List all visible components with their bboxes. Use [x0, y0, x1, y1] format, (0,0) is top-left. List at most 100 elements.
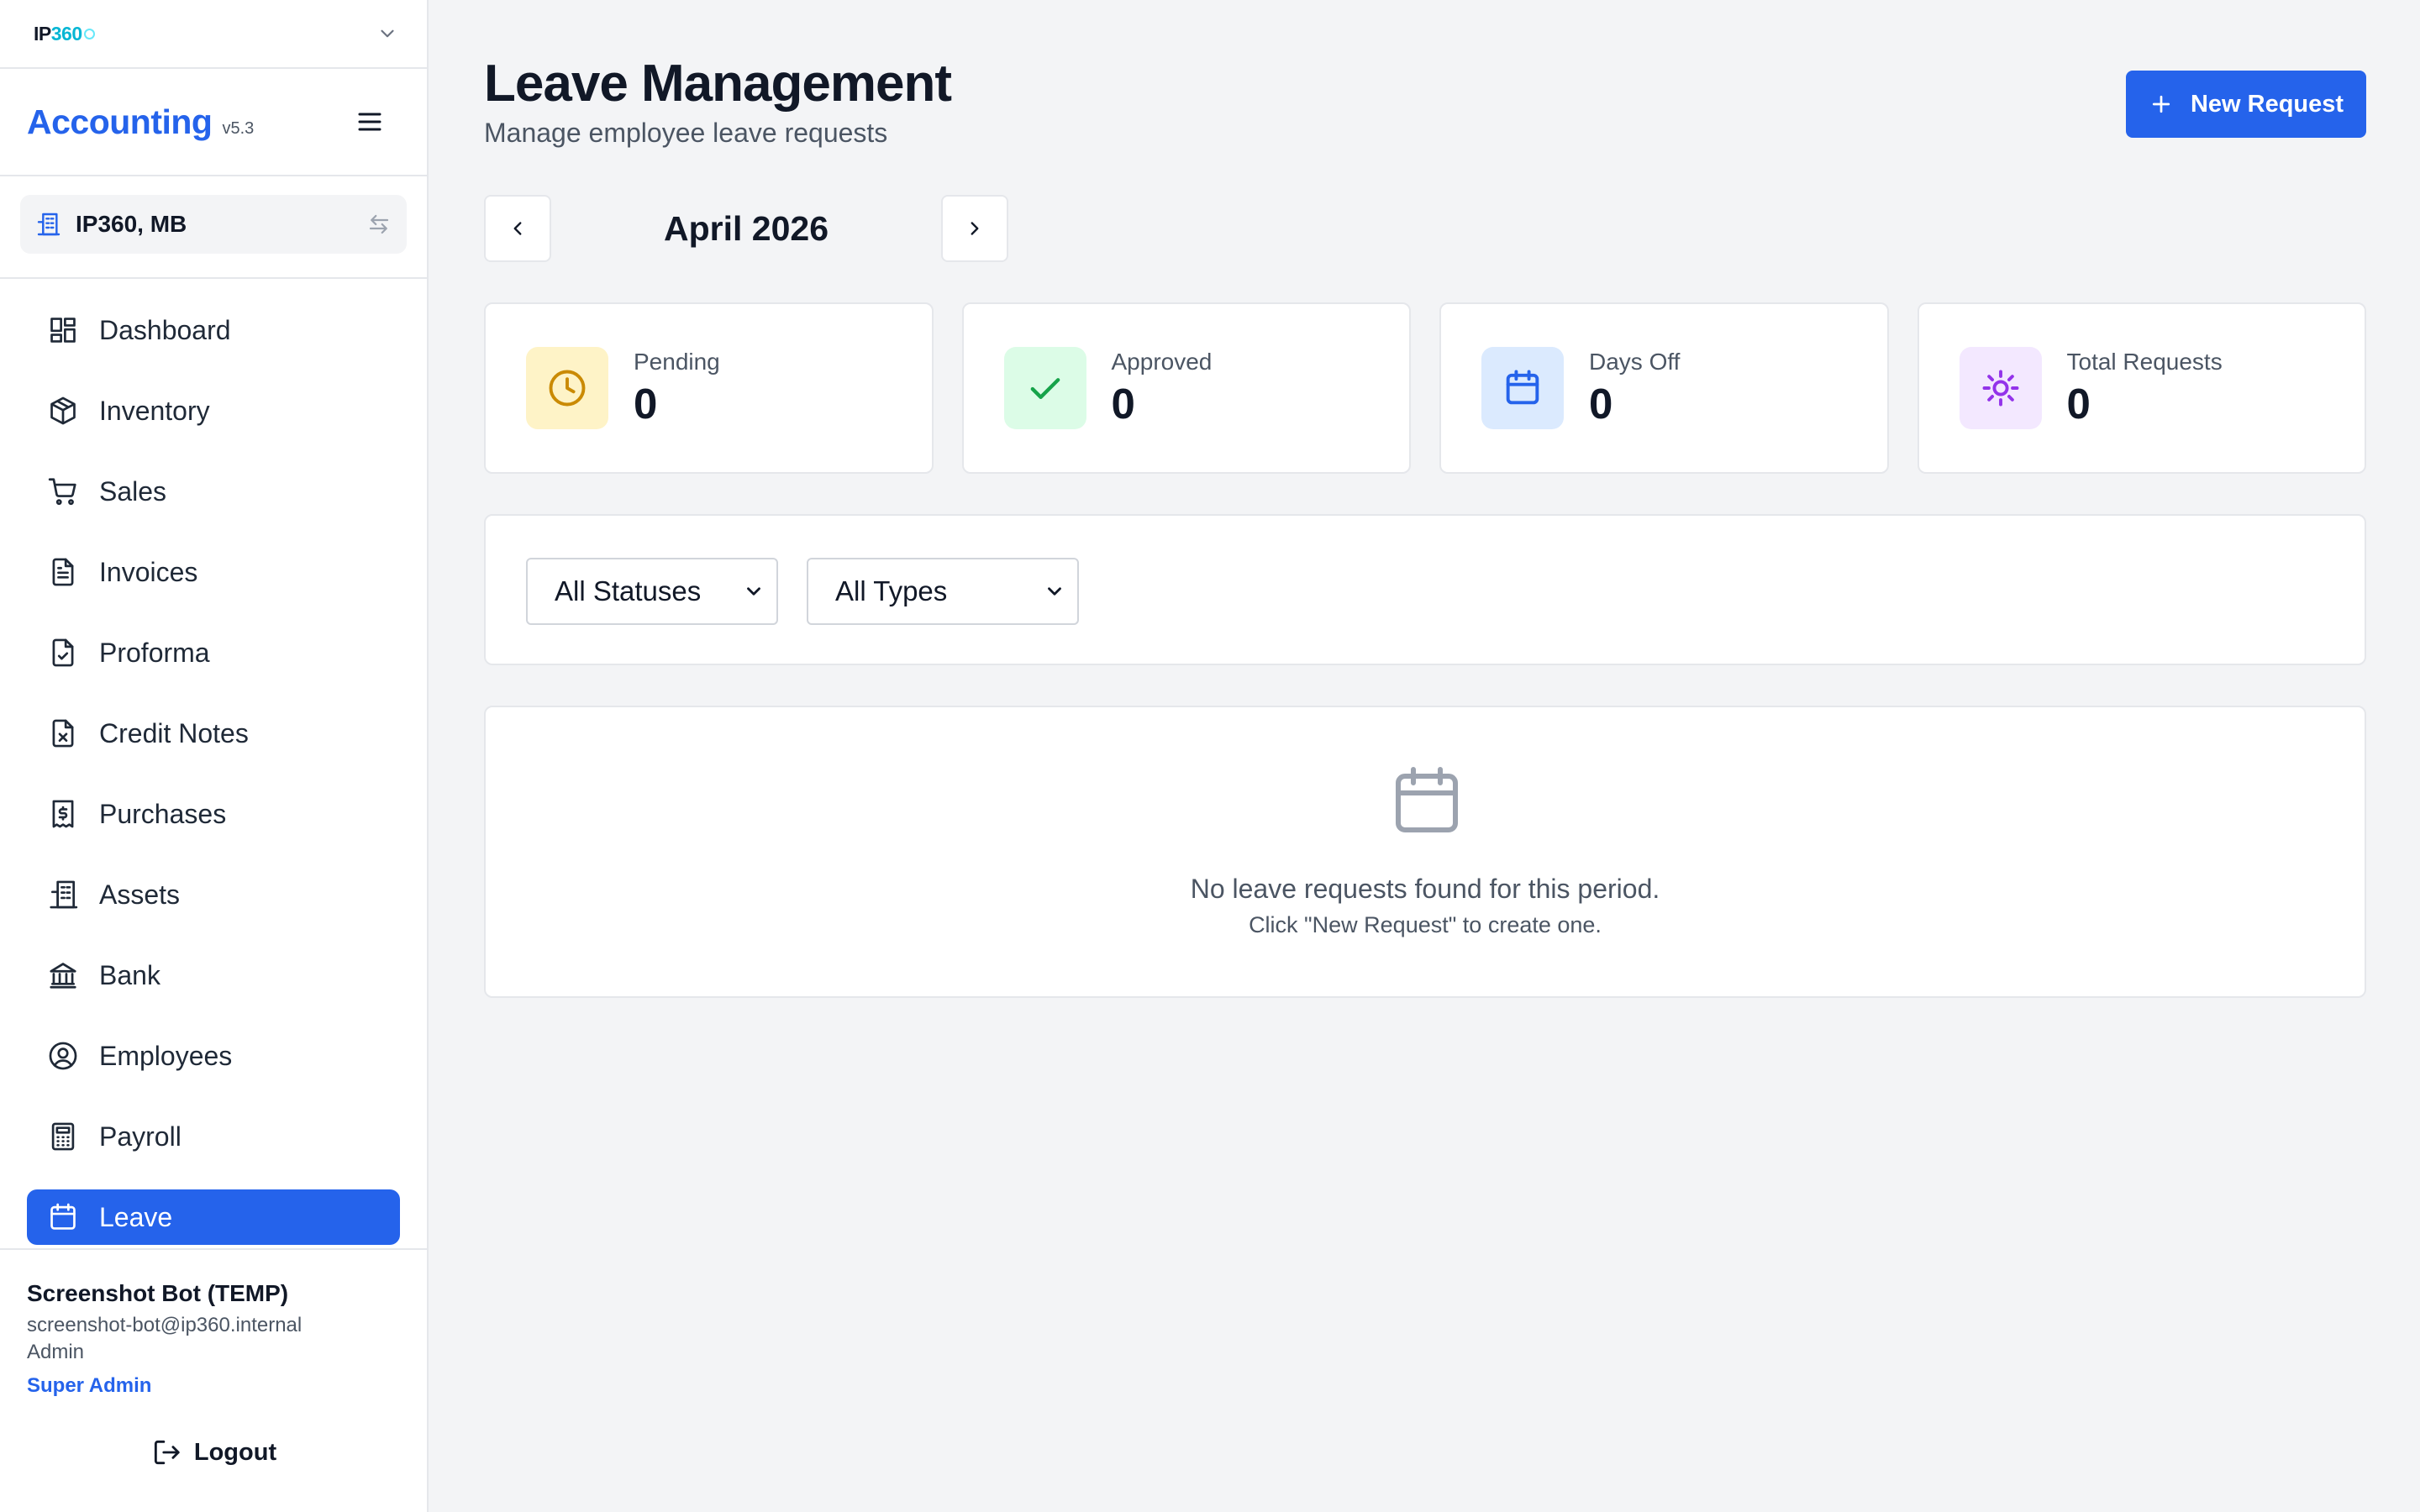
stat-icon-box	[1481, 347, 1564, 429]
sidebar-item-employees[interactable]: Employees	[27, 1028, 400, 1084]
sidebar-item-bank[interactable]: Bank	[27, 948, 400, 1003]
user-role: Admin	[27, 1341, 85, 1363]
sidebar-item-inventory[interactable]: Inventory	[27, 383, 400, 438]
sidebar-item-label: Purchases	[99, 798, 227, 829]
stat-label: Pending	[634, 348, 720, 375]
page-title: Leave Management	[484, 55, 952, 113]
user-circle-icon	[49, 1042, 77, 1070]
sidebar-item-label: Credit Notes	[99, 717, 249, 748]
new-request-label: New Request	[2190, 90, 2344, 118]
sidebar-item-credit-notes[interactable]: Credit Notes	[27, 706, 400, 761]
status-filter-select[interactable]: All Statuses	[526, 558, 778, 625]
stat-label: Total Requests	[2066, 348, 2223, 375]
menu-toggle-icon[interactable]	[355, 107, 385, 137]
receipt-dollar-icon	[52, 800, 74, 828]
sidebar-item-leave[interactable]: Leave	[27, 1189, 400, 1245]
chevron-right-icon	[971, 222, 979, 235]
brand: Accounting v5.3	[27, 102, 254, 142]
previous-month-button[interactable]	[484, 195, 551, 262]
document-x-icon	[52, 719, 74, 748]
app-version: v5.3	[222, 118, 255, 138]
user-email: screenshot-bot@ip360.internal	[27, 1314, 302, 1336]
sidebar-item-label: Bank	[99, 959, 160, 990]
dashboard-icon	[50, 318, 76, 343]
org-switcher[interactable]: IP 360	[0, 0, 427, 69]
sidebar-item-label: Payroll	[99, 1121, 182, 1152]
stat-icon-box	[1003, 347, 1086, 429]
company-section: IP360, MB	[0, 176, 427, 279]
sidebar: IP 360 Accounting v5.3 IP360, MB Dashboa…	[0, 0, 429, 1512]
calendar-icon	[50, 1203, 76, 1230]
stat-value: 0	[2066, 379, 2091, 428]
sidebar-item-label: Leave	[99, 1201, 173, 1232]
stat-card-pending: Pending 0	[484, 302, 934, 474]
new-request-button[interactable]: New Request	[2126, 71, 2366, 138]
chevron-down-icon	[747, 587, 760, 596]
org-logo-accent: 360	[50, 22, 82, 45]
sidebar-item-purchases[interactable]: Purchases	[27, 786, 400, 842]
sidebar-item-invoices[interactable]: Invoices	[27, 544, 400, 600]
company-switcher[interactable]: IP360, MB	[20, 195, 407, 254]
stat-card-total-requests: Total Requests 0	[1917, 302, 2366, 474]
app-name: Accounting	[27, 102, 213, 141]
filters-panel: All Statuses All Types	[484, 514, 2366, 665]
status-filter-value: All Statuses	[555, 575, 702, 606]
sidebar-item-label: Assets	[99, 879, 181, 910]
sidebar-item-label: Sales	[99, 475, 167, 507]
sidebar-item-label: Dashboard	[99, 314, 231, 345]
stat-label: Approved	[1111, 348, 1213, 375]
empty-state-title: No leave requests found for this period.	[1190, 874, 1660, 904]
org-logo-main: IP	[34, 22, 51, 45]
period-navigator: April 2026	[484, 195, 1008, 262]
sidebar-item-assets[interactable]: Assets	[27, 867, 400, 922]
next-month-button[interactable]	[941, 195, 1008, 262]
chevron-down-icon[interactable]	[376, 23, 398, 45]
logout-button[interactable]: Logout	[0, 1436, 427, 1468]
brand-header: Accounting v5.3	[0, 69, 427, 176]
user-super-role: Super Admin	[27, 1374, 152, 1397]
calendar-icon	[1396, 767, 1458, 832]
sidebar-item-label: Proforma	[99, 637, 210, 668]
bank-icon	[50, 963, 76, 989]
empty-state-panel: No leave requests found for this period.…	[484, 706, 2366, 998]
calculator-icon	[51, 1122, 75, 1151]
stat-value: 0	[1111, 379, 1135, 428]
box-icon	[50, 396, 76, 425]
stat-value: 0	[1589, 379, 1613, 428]
sidebar-item-dashboard[interactable]: Dashboard	[27, 302, 400, 358]
type-filter-value: All Types	[835, 575, 948, 606]
sidebar-item-payroll[interactable]: Payroll	[27, 1109, 400, 1164]
sidebar-item-label: Inventory	[99, 395, 210, 426]
plus-icon	[2152, 95, 2170, 113]
type-filter-select[interactable]: All Types	[807, 558, 1079, 625]
stat-icon-box	[1959, 347, 2042, 429]
empty-state-hint: Click "New Request" to create one.	[1249, 912, 1602, 937]
stat-label: Days Off	[1589, 348, 1681, 375]
user-panel: Screenshot Bot (TEMP) screenshot-bot@ip3…	[0, 1248, 427, 1512]
logout-icon	[154, 1440, 180, 1465]
cart-icon	[48, 478, 76, 506]
stats-row: Pending 0 Approved 0 Days Off 0 Total Re…	[484, 302, 2366, 474]
user-name: Screenshot Bot (TEMP)	[27, 1280, 289, 1306]
sidebar-item-sales[interactable]: Sales	[27, 464, 400, 519]
chevron-down-icon	[1048, 587, 1061, 596]
sidebar-item-label: Employees	[99, 1040, 233, 1071]
stat-card-approved: Approved 0	[961, 302, 1411, 474]
sidebar-item-label: Invoices	[99, 556, 198, 587]
period-label: April 2026	[664, 208, 829, 248]
document-check-icon	[52, 638, 74, 667]
company-name: IP360, MB	[76, 211, 187, 237]
logout-label: Logout	[193, 1438, 277, 1466]
sun-icon	[1982, 370, 2018, 407]
stat-icon-box	[526, 347, 608, 429]
chevron-left-icon	[513, 222, 522, 235]
switch-arrows-icon[interactable]	[366, 212, 392, 237]
building-icon	[50, 880, 78, 909]
org-logo-ring-icon	[83, 28, 95, 39]
sidebar-nav: Dashboard Inventory Sales Invoices Profo…	[0, 302, 427, 1248]
building-icon	[35, 211, 62, 238]
stat-card-days-off: Days Off 0	[1439, 302, 1889, 474]
page-subtitle: Manage employee leave requests	[484, 118, 888, 148]
sidebar-item-proforma[interactable]: Proforma	[27, 625, 400, 680]
calendar-icon	[1506, 370, 1539, 405]
